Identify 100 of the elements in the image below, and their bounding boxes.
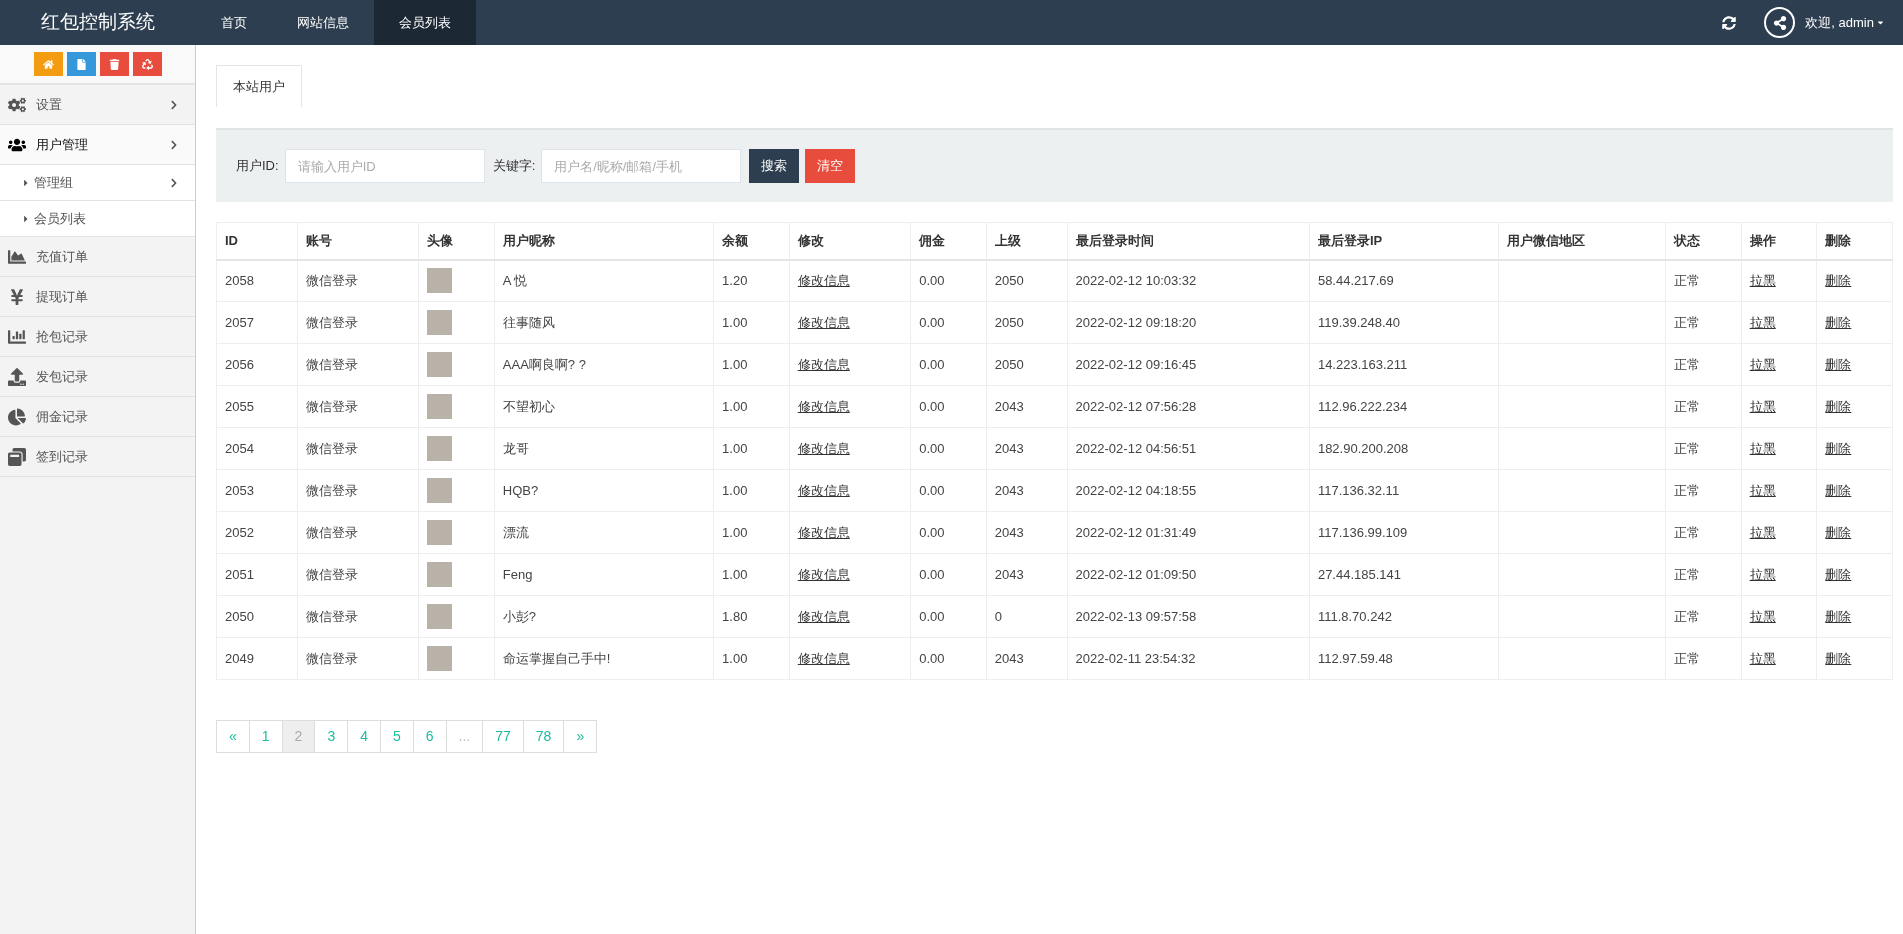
table-link[interactable]: 修改信息 [797,524,850,540]
table-cell: 2053 [216,469,298,512]
table-cell: 微信登录 [297,343,419,386]
table-link[interactable]: 修改信息 [797,314,850,330]
table-link[interactable]: 删除 [1825,566,1852,582]
table-cell: 1.00 [713,511,790,554]
search-field[interactable]: 用户名/昵称/邮箱/手机 [541,149,742,183]
table-cell: 微信登录 [297,637,419,680]
field-label: 关键字: [492,157,536,176]
table-cell: 2050 [986,259,1068,302]
table-cell: 58.44.217.69 [1309,259,1499,302]
column-header: 头像 [418,222,495,260]
table-cell: 不望初心 [494,385,714,428]
table-cell: 微信登录 [297,469,419,512]
table-cell: 182.90.200.208 [1309,427,1499,470]
avatar-placeholder [427,436,453,461]
table-link[interactable]: 删除 [1825,314,1852,330]
toolbar-button[interactable] [33,52,63,76]
table-cell: 2022-02-13 09:57:58 [1067,595,1310,638]
column-header: 修改 [789,222,911,260]
table-cell: 命运掌握自己手中! [494,637,714,680]
table-link[interactable]: 修改信息 [797,482,850,498]
sidebar-subitem[interactable]: 管理组 [0,165,195,201]
table-link[interactable]: 修改信息 [797,356,850,372]
table-link[interactable]: 拉黑 [1749,482,1776,498]
table-cell: 正常 [1665,343,1742,386]
table-cell: 小彭? [494,595,714,638]
table-cell: 14.223.163.211 [1309,343,1499,386]
toolbar-button[interactable] [99,52,129,76]
table-link[interactable]: 拉黑 [1749,273,1776,288]
table-link[interactable]: 拉黑 [1749,398,1776,414]
avatar-placeholder [427,352,453,377]
table-cell: 2050 [216,595,298,638]
windows-icon [8,447,26,466]
table-cell: 2054 [216,427,298,470]
table-cell: 正常 [1665,427,1742,470]
table-cell: 1.00 [713,427,790,470]
table-cell: 2022-02-12 04:56:51 [1067,427,1310,470]
table-cell: 龙哥 [494,427,714,470]
search-button[interactable]: 搜索 [749,149,800,183]
table-cell: 117.136.32.11 [1309,469,1499,512]
table-link[interactable]: 删除 [1825,650,1852,666]
table-link[interactable]: 删除 [1825,273,1852,288]
file-icon [75,58,87,70]
nav-tab[interactable]: 首页 [196,0,272,45]
nav-tab[interactable]: 网站信息 [272,0,374,45]
search-field[interactable]: 请输入用户ID [284,149,485,183]
avatar-placeholder [427,646,453,671]
table-cell: AAA啊良啊? ? [494,343,714,386]
table-cell: 2043 [986,385,1068,428]
table-link[interactable]: 拉黑 [1749,356,1776,372]
table-link[interactable]: 修改信息 [797,608,850,624]
table-link[interactable]: 修改信息 [797,440,850,456]
table-link[interactable]: 拉黑 [1749,650,1776,666]
avatar-placeholder [427,394,453,419]
table-link[interactable]: 删除 [1825,524,1852,540]
table-cell: Feng [494,553,714,596]
refresh-icon[interactable] [1722,15,1737,30]
column-header: 操作 [1741,222,1817,260]
table-cell: 0.00 [910,511,987,554]
table-link[interactable]: 修改信息 [797,273,850,288]
table-cell: 2055 [216,385,298,428]
table-cell: 1.00 [713,469,790,512]
table-link[interactable]: 删除 [1825,356,1852,372]
table-link[interactable]: 删除 [1825,608,1852,624]
table-cell: 2056 [216,343,298,386]
table-cell: 正常 [1665,259,1742,302]
yen-icon [8,287,26,306]
table-link[interactable]: 修改信息 [797,650,850,666]
table-link[interactable]: 修改信息 [797,398,850,414]
table-link[interactable]: 拉黑 [1749,440,1776,456]
toolbar-button[interactable] [66,52,96,76]
content-tab[interactable]: 本站用户 [216,65,302,107]
table-link[interactable]: 拉黑 [1749,524,1776,540]
table-link[interactable]: 删除 [1825,482,1852,498]
table-cell: 2022-02-12 10:03:32 [1067,259,1310,302]
recycle-icon [141,58,153,70]
table-link[interactable]: 拉黑 [1749,566,1776,582]
sidebar-subitem[interactable]: 会员列表 [0,201,195,237]
sidebar-item[interactable]: 用户管理 [0,125,195,165]
chevron-icon [169,99,179,110]
nav-tab[interactable]: 会员列表 [374,0,476,45]
table-cell: 漂流 [494,511,714,554]
table-link[interactable]: 拉黑 [1749,314,1776,330]
table-link[interactable]: 修改信息 [797,566,850,582]
user-menu[interactable]: 欢迎, admin [1805,12,1885,33]
search-button[interactable]: 清空 [805,149,856,183]
app-logo: 红包控制系统 [40,10,156,35]
table-link[interactable]: 拉黑 [1749,608,1776,624]
table-cell: 2049 [216,637,298,680]
column-header: 状态 [1665,222,1742,260]
table-cell: 2022-02-11 23:54:32 [1067,637,1310,680]
pie-chart-icon [8,407,26,426]
table-link[interactable]: 删除 [1825,440,1852,456]
toolbar-button[interactable] [132,52,162,76]
share-icon[interactable] [1764,7,1796,38]
table-cell: 0.00 [910,637,987,680]
table-cell: 0.00 [910,553,987,596]
table-link[interactable]: 删除 [1825,398,1852,414]
chevron-icon [169,177,179,188]
